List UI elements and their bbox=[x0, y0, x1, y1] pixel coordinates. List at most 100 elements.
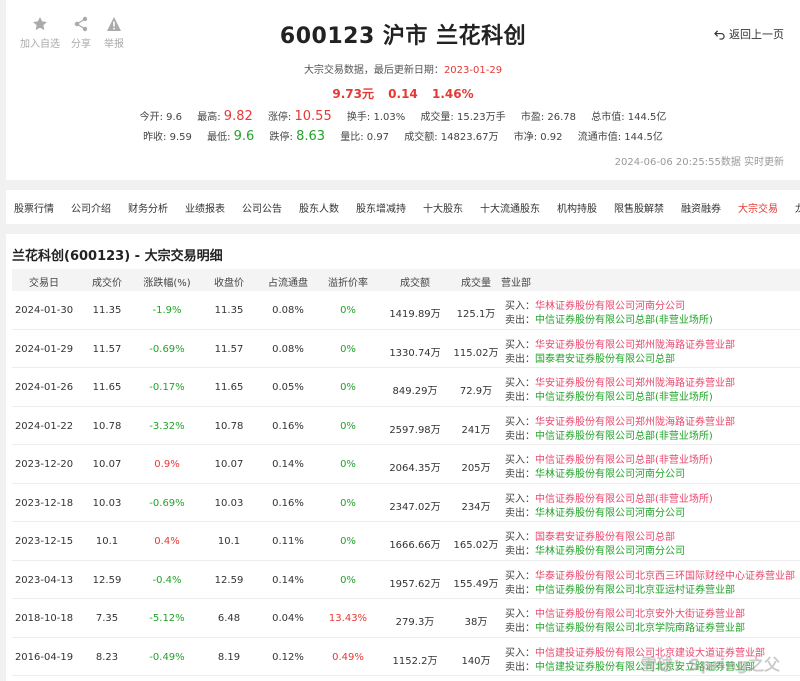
table-row[interactable]: 2024-01-26 11.65 -0.17% 11.65 0.05% 0% 849.29万… bbox=[12, 368, 800, 407]
tab-9[interactable]: 机构持股 bbox=[557, 200, 597, 215]
seller-branch-link[interactable]: 中信证券股份有限公司总部(非营业场所) bbox=[535, 311, 713, 326]
seller-branch-link[interactable]: 华林证券股份有限公司河南分公司 bbox=[535, 504, 685, 519]
seller-branch-link[interactable]: 国泰君安证券股份有限公司总部 bbox=[535, 350, 675, 365]
stat-open: 今开: 9.6 bbox=[140, 108, 182, 123]
seller-branch-link[interactable]: 华林证券股份有限公司河南分公司 bbox=[535, 465, 685, 480]
stat-label: 流通市值: bbox=[577, 132, 622, 143]
sell-label: 卖出： bbox=[505, 661, 535, 673]
stat-limit-down: 跌停: 8.63 bbox=[270, 128, 326, 144]
buyer-branch-link[interactable]: 中信证券股份有限公司总部(非营业场所) bbox=[535, 451, 713, 466]
stat-value: 1.03% bbox=[373, 112, 406, 123]
buy-label: 买入： bbox=[505, 378, 535, 389]
stat-label: 市盈: bbox=[520, 112, 545, 123]
page-title: 600123 沪市 兰花科创 bbox=[279, 24, 527, 49]
back-button[interactable]: 返回上一页 bbox=[714, 26, 784, 42]
stat-pe: 市盈: 26.78 bbox=[521, 108, 576, 123]
tab-1[interactable]: 公司介绍 bbox=[71, 200, 111, 215]
buyer-branch-link[interactable]: 华安证券股份有限公司郑州陇海路证券营业部 bbox=[535, 413, 735, 428]
table-row[interactable]: 2018-10-18 7.35 -5.12% 6.48 0.04% 13.43% 279.3… bbox=[12, 599, 800, 638]
seller-branch-link[interactable]: 中信证券股份有限公司北京亚运村证券营业部 bbox=[535, 581, 735, 596]
table-row[interactable]: 2024-01-29 11.57 -0.69% 11.57 0.08% 0% 1330.74… bbox=[12, 330, 800, 368]
stat-label: 换手: bbox=[346, 112, 371, 123]
back-label: 返回上一页 bbox=[729, 28, 784, 41]
buy-label: 买入： bbox=[505, 339, 535, 351]
seller-branch-link[interactable]: 中信证券股份有限公司北京学院南路证券营业部 bbox=[535, 619, 745, 634]
tab-5[interactable]: 股东人数 bbox=[299, 200, 339, 215]
seller-branch-link[interactable]: 华林证券股份有限公司河南分公司 bbox=[535, 542, 685, 557]
tab-11[interactable]: 融资融券 bbox=[681, 200, 721, 215]
tab-6[interactable]: 股东增减持 bbox=[356, 200, 406, 215]
stat-value: 9.59 bbox=[169, 132, 192, 143]
table-row[interactable]: 2023-04-13 12.59 -0.4% 12.59 0.14% 0% 1957.62万… bbox=[12, 561, 800, 599]
watermark: 雪球：Spring之父 bbox=[640, 655, 780, 674]
buyer-branch-link[interactable]: 华安证券股份有限公司郑州陇海路证券营业部 bbox=[535, 374, 735, 389]
buy-label: 买入： bbox=[505, 301, 535, 312]
stat-label: 成交额: bbox=[404, 132, 438, 143]
table-row[interactable]: 2024-01-22 10.78 -3.32% 10.78 0.16% 0% 2597.98… bbox=[12, 407, 800, 445]
sell-label: 卖出： bbox=[505, 315, 535, 326]
tab-4[interactable]: 公司公告 bbox=[242, 200, 282, 215]
table-title: 兰花科创(600123) - 大宗交易明细 bbox=[12, 249, 223, 264]
stat-label: 跌停: bbox=[269, 132, 293, 143]
last-price: 9.73元 bbox=[332, 87, 374, 101]
seller-branch-link[interactable]: 中信证券股份有限公司总部(非营业场所) bbox=[535, 427, 713, 442]
stat-value: 144.5亿 bbox=[627, 112, 667, 123]
tab-3[interactable]: 业绩报表 bbox=[185, 200, 225, 215]
stat-value: 26.78 bbox=[547, 112, 577, 123]
table-row[interactable]: 2023-12-20 10.07 0.9% 10.07 0.14% 0% 2064.35万 2… bbox=[12, 445, 800, 484]
data-subtitle: 大宗交易数据，最后更新日期：2023-01-29 bbox=[6, 61, 800, 76]
stat-market-cap: 总市值: 144.5亿 bbox=[591, 108, 666, 123]
tab-13[interactable]: 龙虎榜单 bbox=[795, 200, 800, 215]
seller-branch-link[interactable]: 中信证券股份有限公司总部(非营业场所) bbox=[535, 388, 713, 403]
stat-volume-ratio: 量比: 0.97 bbox=[340, 128, 389, 143]
sell-label: 卖出： bbox=[505, 469, 535, 480]
stat-label: 市净: bbox=[513, 132, 538, 143]
cell-volume: 155.49万 bbox=[453, 578, 499, 590]
tab-10[interactable]: 限售股解禁 bbox=[614, 200, 664, 215]
tab-7[interactable]: 十大股东 bbox=[423, 200, 463, 215]
cell-volume: 140万 bbox=[461, 655, 491, 667]
back-arrow-icon bbox=[714, 29, 725, 40]
stat-value: 9.6 bbox=[233, 129, 255, 144]
sell-label: 卖出： bbox=[505, 584, 535, 596]
price-change-pct: 1.46% bbox=[431, 87, 474, 101]
tab-0[interactable]: 股票行情 bbox=[14, 200, 54, 215]
stat-label: 最低: bbox=[207, 132, 231, 143]
stat-high: 最高: 9.82 bbox=[197, 108, 253, 124]
buyer-branch-link[interactable]: 华泰证券股份有限公司北京西三环国际财经中心证券营业部 bbox=[535, 567, 795, 582]
tab-2[interactable]: 财务分析 bbox=[128, 200, 168, 215]
stat-value: 9.82 bbox=[223, 109, 253, 124]
sell-label: 卖出： bbox=[505, 430, 535, 442]
sell-label: 卖出： bbox=[505, 546, 535, 557]
sell-label: 卖出： bbox=[505, 507, 535, 519]
stat-limit-up: 涨停: 10.55 bbox=[268, 108, 332, 124]
stat-float-cap: 流通市值: 144.5亿 bbox=[578, 128, 663, 143]
stat-label: 总市值: bbox=[591, 112, 625, 123]
buyer-branch-link[interactable]: 华林证券股份有限公司河南分公司 bbox=[535, 297, 685, 312]
cell-volume: 115.02万 bbox=[453, 347, 499, 359]
cell-volume: 241万 bbox=[461, 424, 491, 436]
cell-volume: 125.1万 bbox=[456, 309, 496, 320]
tab-12[interactable]: 大宗交易 bbox=[738, 200, 778, 215]
buy-label: 买入： bbox=[505, 493, 535, 505]
table-row[interactable]: 2023-12-18 10.03 -0.69% 10.03 0.16% 0% 2347.02… bbox=[12, 484, 800, 522]
sell-label: 卖出： bbox=[505, 623, 535, 634]
sell-label: 卖出： bbox=[505, 392, 535, 403]
buyer-branch-link[interactable]: 华安证券股份有限公司郑州陇海路证券营业部 bbox=[535, 336, 735, 351]
cell-volume: 165.02万 bbox=[453, 540, 499, 551]
buy-label: 买入： bbox=[505, 416, 535, 428]
table-row[interactable]: 2023-12-15 10.1 0.4% 10.1 0.11% 0% 1666.66万 165… bbox=[12, 522, 800, 561]
buyer-branch-link[interactable]: 国泰君安证券股份有限公司总部 bbox=[535, 528, 675, 543]
table-row[interactable]: 2024-01-30 11.35 -1.9% 11.35 0.08% 0% 1419.89万… bbox=[12, 291, 800, 330]
tab-8[interactable]: 十大流通股东 bbox=[480, 200, 540, 215]
stat-value: 15.23万手 bbox=[457, 112, 506, 123]
stat-turnover: 换手: 1.03% bbox=[347, 108, 405, 123]
table-header: 交易日 成交价 涨跌幅(%) 收盘价 占流通盘 溢折价率 成交额 成交量 营业部 bbox=[12, 269, 800, 291]
buyer-branch-link[interactable]: 中信证券股份有限公司总部(非营业场所) bbox=[535, 490, 713, 505]
stat-volume: 成交量: 15.23万手 bbox=[420, 108, 505, 123]
cell-volume: 38万 bbox=[464, 617, 488, 628]
stat-amount: 成交额: 14823.67万 bbox=[404, 128, 498, 143]
buy-label: 买入： bbox=[505, 647, 535, 659]
buyer-branch-link[interactable]: 中信证券股份有限公司北京安外大街证券营业部 bbox=[535, 605, 745, 620]
stat-label: 今开: bbox=[139, 112, 163, 123]
